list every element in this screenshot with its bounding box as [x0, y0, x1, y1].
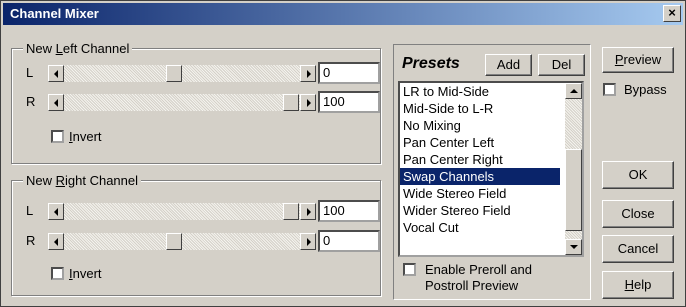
preset-item[interactable]: Wide Stereo Field: [400, 185, 560, 202]
group-title: New Right Channel: [23, 173, 142, 188]
preset-item[interactable]: Pan Center Right: [400, 151, 560, 168]
preview-button[interactable]: Preview: [602, 47, 674, 73]
right-channel-r-value[interactable]: 0: [318, 230, 380, 252]
help-button[interactable]: Help: [602, 271, 674, 299]
row-label-l: L: [26, 65, 34, 80]
right-channel-r-slider[interactable]: [48, 233, 316, 250]
add-preset-button[interactable]: Add: [485, 54, 532, 76]
slider-thumb[interactable]: [283, 94, 299, 111]
left-channel-l-slider[interactable]: [48, 65, 316, 82]
right-channel-l-value[interactable]: 100: [318, 200, 380, 222]
preset-item[interactable]: Wider Stereo Field: [400, 202, 560, 219]
preset-item[interactable]: Swap Channels: [400, 168, 560, 185]
row-label-l: L: [26, 203, 34, 218]
scroll-left-arrow-icon[interactable]: [48, 203, 64, 220]
preset-item[interactable]: No Mixing: [400, 117, 560, 134]
presets-title: Presets: [402, 55, 460, 72]
cancel-button[interactable]: Cancel: [602, 235, 674, 263]
ok-button[interactable]: OK: [602, 161, 674, 189]
new-left-channel-group: New Left Channel L 0 R 100 Invert: [11, 41, 381, 164]
title-bar[interactable]: Channel Mixer ×: [3, 3, 683, 25]
close-button[interactable]: Close: [602, 200, 674, 228]
window-title: Channel Mixer: [10, 6, 99, 21]
scroll-right-arrow-icon[interactable]: [300, 65, 316, 82]
left-channel-r-slider[interactable]: [48, 94, 316, 111]
preroll-checkbox[interactable]: [403, 263, 416, 276]
bypass-checkbox[interactable]: [603, 83, 616, 96]
preset-item[interactable]: Mid-Side to L-R: [400, 100, 560, 117]
slider-thumb[interactable]: [166, 65, 182, 82]
row-label-r: R: [26, 233, 36, 248]
row-label-r: R: [26, 94, 36, 109]
left-invert-checkbox[interactable]: [51, 130, 64, 143]
scroll-up-arrow-icon[interactable]: [565, 83, 582, 99]
presets-scrollbar[interactable]: [565, 83, 582, 255]
group-title: New Left Channel: [23, 41, 133, 56]
right-channel-l-slider[interactable]: [48, 203, 316, 220]
scroll-thumb[interactable]: [565, 149, 582, 231]
scroll-right-arrow-icon[interactable]: [300, 94, 316, 111]
left-invert-label: Invert: [69, 129, 102, 144]
delete-preset-button[interactable]: Del: [538, 54, 585, 76]
scroll-right-arrow-icon[interactable]: [300, 233, 316, 250]
scroll-right-arrow-icon[interactable]: [300, 203, 316, 220]
scroll-left-arrow-icon[interactable]: [48, 94, 64, 111]
left-channel-r-value[interactable]: 100: [318, 91, 380, 113]
presets-panel: Presets Add Del LR to Mid-Side Mid-Side t…: [393, 44, 591, 300]
left-channel-l-value[interactable]: 0: [318, 62, 380, 84]
close-icon[interactable]: ×: [663, 5, 681, 22]
preset-item[interactable]: Vocal Cut: [400, 219, 560, 236]
scroll-left-arrow-icon[interactable]: [48, 65, 64, 82]
scroll-left-arrow-icon[interactable]: [48, 233, 64, 250]
slider-thumb[interactable]: [283, 203, 299, 220]
channel-mixer-dialog: Channel Mixer × New Left Channel L 0 R 1…: [0, 0, 686, 307]
slider-thumb[interactable]: [166, 233, 182, 250]
right-invert-checkbox[interactable]: [51, 267, 64, 280]
new-right-channel-group: New Right Channel L 100 R 0 Invert: [11, 173, 381, 296]
preset-item[interactable]: Pan Center Left: [400, 134, 560, 151]
bypass-label: Bypass: [624, 82, 667, 97]
preroll-label: Enable Preroll and Postroll Preview: [425, 262, 532, 293]
preset-item[interactable]: LR to Mid-Side: [400, 83, 560, 100]
right-invert-label: Invert: [69, 266, 102, 281]
scroll-down-arrow-icon[interactable]: [565, 239, 582, 255]
presets-list[interactable]: LR to Mid-Side Mid-Side to L-R No Mixing Pa…: [398, 81, 584, 257]
